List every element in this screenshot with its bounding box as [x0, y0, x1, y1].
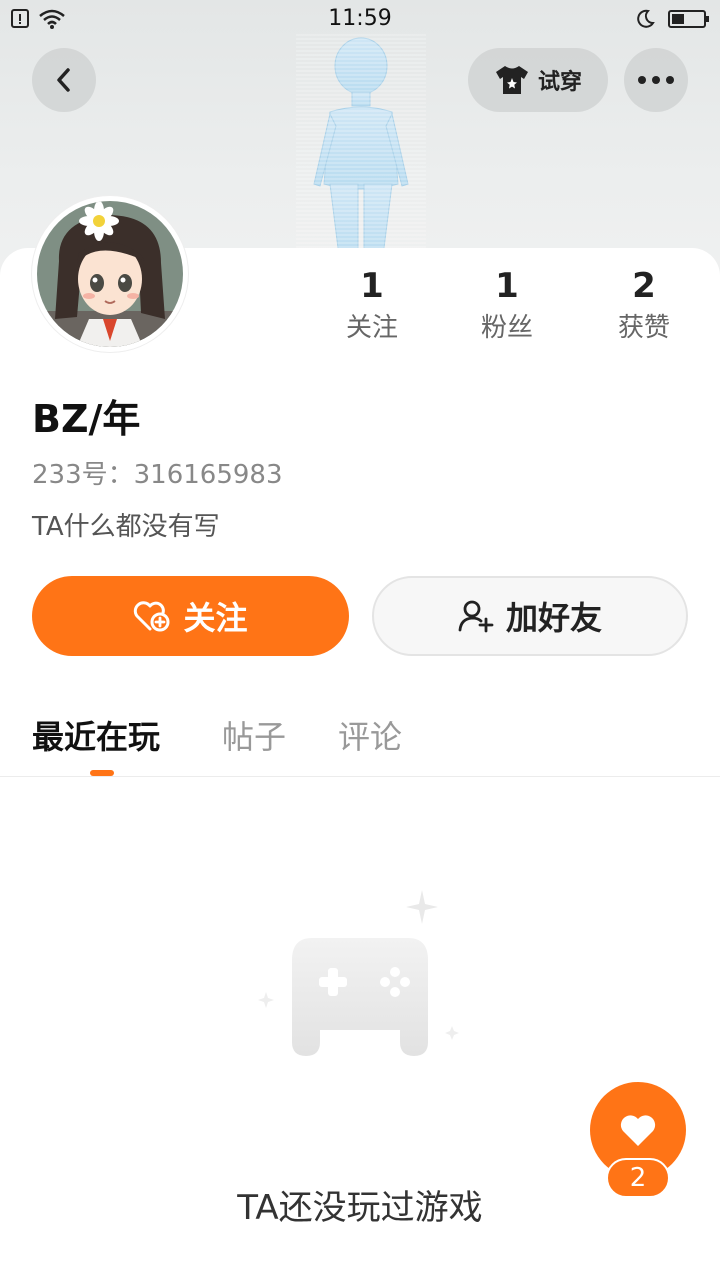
user-bio: TA什么都没有写	[32, 512, 220, 542]
tab-recently-played[interactable]: 最近在玩	[32, 712, 160, 758]
like-count-badge: 2	[606, 1158, 670, 1198]
stat-likes[interactable]: 2 获赞	[584, 264, 704, 348]
stat-value: 1	[360, 266, 384, 306]
stat-label: 关注	[345, 313, 398, 343]
add-friend-button[interactable]: 加好友	[372, 576, 688, 656]
empty-gamepad-illustration	[258, 890, 459, 1056]
tabs-divider	[0, 776, 720, 777]
add-user-icon	[458, 600, 494, 633]
tab-posts[interactable]: 帖子	[222, 712, 286, 758]
stat-label: 粉丝	[480, 313, 533, 343]
user-id: 233号：316165983	[32, 460, 283, 490]
status-time: 11:59	[328, 6, 392, 31]
try-on-button[interactable]: 试穿	[468, 48, 608, 112]
follow-button[interactable]: 关注	[32, 576, 349, 656]
user-nickname: BZ/年	[32, 397, 141, 441]
back-arrow-icon	[57, 68, 70, 92]
user-avatar[interactable]	[32, 196, 188, 352]
stat-fans[interactable]: 1 粉丝	[447, 264, 567, 348]
do-not-disturb-moon-icon	[637, 9, 655, 28]
add-friend-label: 加好友	[505, 599, 602, 637]
stat-value: 1	[495, 266, 519, 306]
try-on-label: 试穿	[537, 70, 582, 95]
stat-value: 2	[632, 266, 656, 306]
stat-following[interactable]: 1 关注	[312, 264, 432, 348]
more-options-button[interactable]	[624, 48, 688, 112]
stat-label: 获赞	[617, 313, 670, 343]
tab-comments[interactable]: 评论	[338, 712, 402, 758]
tshirt-icon	[495, 66, 528, 94]
follow-label: 关注	[183, 599, 248, 637]
battery-icon	[668, 10, 709, 28]
heart-plus-icon	[134, 601, 170, 632]
back-button[interactable]	[32, 48, 96, 112]
more-dots-icon	[638, 76, 674, 84]
status-bar: 11:59	[0, 0, 720, 40]
anime-girl-avatar-image	[37, 201, 183, 347]
heart-icon	[620, 1115, 656, 1146]
3d-avatar-figure	[296, 34, 426, 264]
